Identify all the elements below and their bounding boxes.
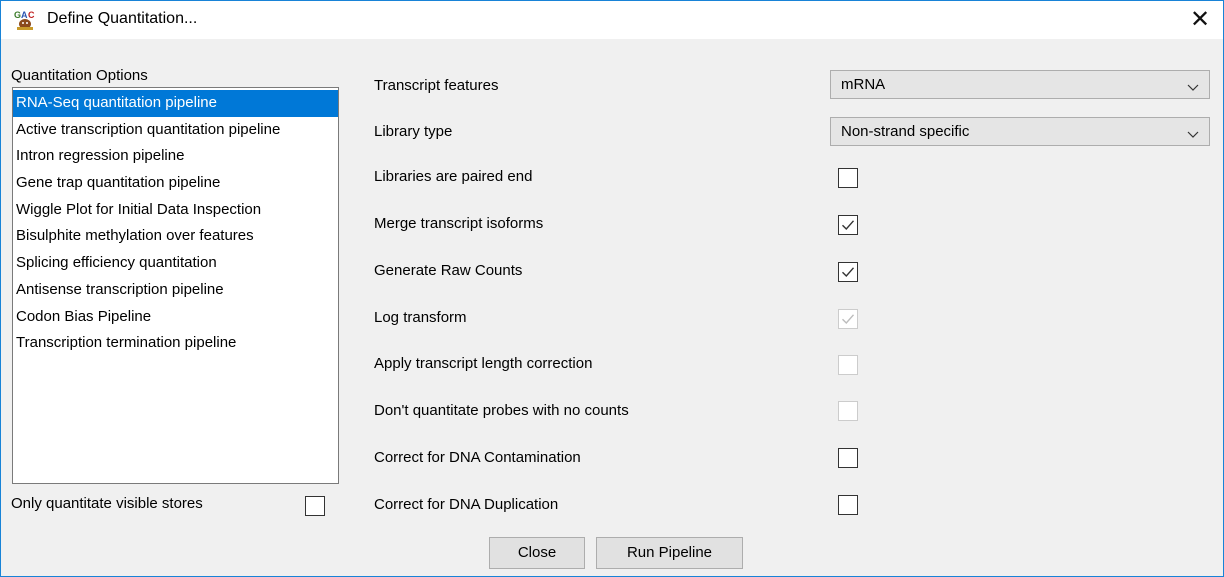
- chevron-down-icon: [1187, 80, 1199, 92]
- transcript-features-label: Transcript features: [374, 77, 499, 94]
- list-item-codon-bias[interactable]: Codon Bias Pipeline: [13, 304, 338, 331]
- no-counts-label: Don't quantitate probes with no counts: [374, 402, 629, 419]
- close-button[interactable]: Close: [489, 537, 585, 569]
- length-correction-checkbox[interactable]: [838, 355, 858, 375]
- svg-text:G: G: [14, 10, 21, 20]
- list-item-wiggle-plot[interactable]: Wiggle Plot for Initial Data Inspection: [13, 197, 338, 224]
- svg-text:C: C: [28, 10, 35, 20]
- run-pipeline-button[interactable]: Run Pipeline: [596, 537, 743, 569]
- log-transform-label: Log transform: [374, 309, 467, 326]
- raw-counts-label: Generate Raw Counts: [374, 262, 523, 279]
- svg-text:A: A: [21, 10, 28, 20]
- log-transform-checkbox[interactable]: [838, 309, 858, 329]
- length-correction-label: Apply transcript length correction: [374, 355, 593, 372]
- list-item-splicing[interactable]: Splicing efficiency quantitation: [13, 250, 338, 277]
- dna-duplication-checkbox[interactable]: [838, 495, 858, 515]
- paired-end-checkbox[interactable]: [838, 168, 858, 188]
- list-item-bisulphite[interactable]: Bisulphite methylation over features: [13, 223, 338, 250]
- define-quantitation-dialog: G A C Define Quantitation... ✕ Quantitat…: [0, 0, 1224, 577]
- transcript-features-value: mRNA: [841, 76, 886, 93]
- raw-counts-checkbox[interactable]: [838, 262, 858, 282]
- list-item-active-transcription[interactable]: Active transcription quantitation pipeli…: [13, 117, 338, 144]
- quantitation-options-label: Quantitation Options: [11, 67, 148, 84]
- visible-stores-label: Only quantitate visible stores: [11, 495, 203, 512]
- no-counts-checkbox[interactable]: [838, 401, 858, 421]
- dna-duplication-label: Correct for DNA Duplication: [374, 496, 559, 513]
- transcript-features-select[interactable]: mRNA: [830, 70, 1210, 99]
- dialog-title: Define Quantitation...: [47, 10, 198, 27]
- close-icon[interactable]: ✕: [1177, 1, 1223, 39]
- list-item-antisense[interactable]: Antisense transcription pipeline: [13, 277, 338, 304]
- list-item-rnaseq[interactable]: RNA-Seq quantitation pipeline: [13, 90, 338, 117]
- dna-contamination-label: Correct for DNA Contamination: [374, 449, 581, 466]
- merge-isoforms-label: Merge transcript isoforms: [374, 215, 544, 232]
- quantitation-options-list[interactable]: RNA-Seq quantitation pipeline Active tra…: [12, 87, 339, 484]
- chevron-down-icon: [1187, 127, 1199, 139]
- list-item-gene-trap[interactable]: Gene trap quantitation pipeline: [13, 170, 338, 197]
- list-item-transcription-termination[interactable]: Transcription termination pipeline: [13, 330, 338, 357]
- library-type-value: Non-strand specific: [841, 123, 970, 140]
- paired-end-label: Libraries are paired end: [374, 168, 533, 185]
- merge-isoforms-checkbox[interactable]: [838, 215, 858, 235]
- app-icon: G A C: [13, 8, 37, 32]
- library-type-select[interactable]: Non-strand specific: [830, 117, 1210, 146]
- dna-contamination-checkbox[interactable]: [838, 448, 858, 468]
- list-item-intron-regression[interactable]: Intron regression pipeline: [13, 143, 338, 170]
- title-bar: G A C Define Quantitation... ✕: [1, 1, 1223, 39]
- visible-stores-checkbox[interactable]: [305, 496, 325, 516]
- library-type-label: Library type: [374, 123, 453, 140]
